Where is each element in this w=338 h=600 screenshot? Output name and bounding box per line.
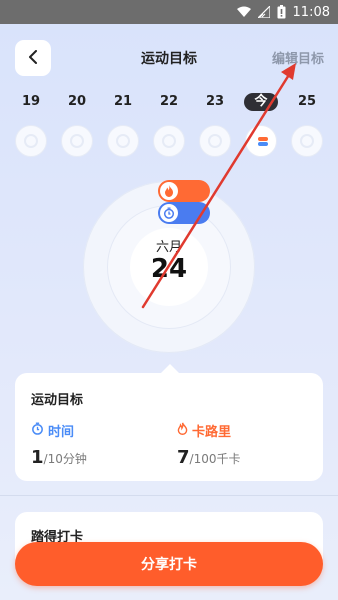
date-today[interactable]: 今 [244,93,278,111]
time-metric-label: 时间 [31,421,74,440]
day-progress-ring[interactable] [61,125,93,157]
date-22[interactable]: 22 [152,92,186,112]
flame-icon [160,182,178,200]
day-progress-ring[interactable] [153,125,185,157]
month-label: 六月 [155,240,182,255]
time-mini-bar [258,142,268,146]
flame-icon [177,422,188,439]
battery-icon [277,5,286,19]
date-20[interactable]: 20 [60,92,94,112]
status-bar: 11:08 [0,0,338,24]
signal-icon [257,6,270,18]
calorie-unit: /100千卡 [189,452,241,466]
day-progress-ring[interactable] [291,125,323,157]
date-21[interactable]: 21 [106,92,140,112]
date-row: 19 20 21 22 23 今 25 [0,92,338,112]
share-checkin-button[interactable]: 分享打卡 [15,542,323,586]
day-progress-ring[interactable] [199,125,231,157]
day-progress-ring-today[interactable] [245,125,277,157]
time-value: 1 [31,447,44,468]
time-progress-arc [158,202,210,224]
day-progress-ring[interactable] [15,125,47,157]
time-label-text: 时间 [48,425,75,440]
stopwatch-icon [160,204,178,222]
date-23[interactable]: 23 [198,92,232,112]
calorie-metric-value: 7/100千卡 [177,447,240,468]
status-time: 11:08 [292,4,330,20]
day-number: 24 [150,254,188,284]
edit-goal-link[interactable]: 编辑目标 [272,48,324,67]
time-unit: /10分钟 [43,452,87,466]
time-metric-value: 1/10分钟 [31,447,87,468]
date-19[interactable]: 19 [14,92,48,112]
calorie-label-text: 卡路里 [192,425,232,440]
goal-card: 运动目标 时间 1/10分钟 卡路里 7/100千卡 [15,373,323,481]
calorie-metric-label: 卡路里 [177,421,231,440]
date-25[interactable]: 25 [290,92,324,112]
day-progress-ring[interactable] [107,125,139,157]
calorie-mini-bar [258,137,268,141]
stopwatch-icon [31,422,44,439]
section-divider [0,495,338,496]
calorie-progress-arc [158,180,210,202]
wifi-icon [236,6,251,18]
calorie-value: 7 [177,447,190,468]
goal-card-title: 运动目标 [31,393,84,408]
